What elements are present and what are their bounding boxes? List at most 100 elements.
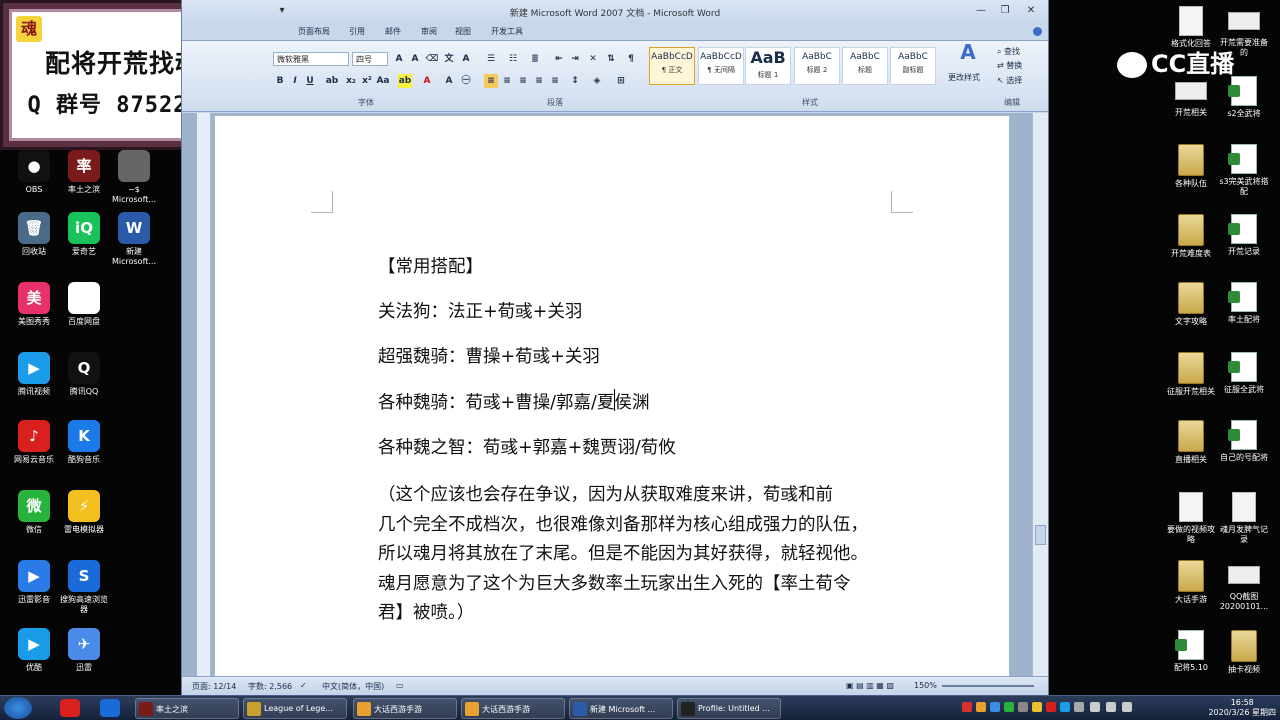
desktop-icon[interactable]: ▶ 优酷 (8, 628, 60, 673)
taskbar-item[interactable]: 大话西游手游 (353, 698, 457, 719)
tray-app-icon[interactable] (1032, 702, 1042, 712)
tab-page-layout[interactable]: 页面布局 (298, 26, 330, 37)
line-spacing-icon[interactable]: ↕ (568, 74, 582, 88)
desktop-icon[interactable]: ▶ 迅雷影音 (8, 560, 60, 605)
insert-mode-icon[interactable]: ▭ (396, 681, 404, 690)
style-tile[interactable]: AaBbCcD ¶ 无间隔 (698, 47, 744, 85)
shading-icon[interactable]: ◈ (590, 74, 604, 88)
help-icon[interactable] (1033, 27, 1042, 36)
underline-icon[interactable]: U (303, 74, 317, 88)
decrease-indent-icon[interactable]: ⇤ (552, 52, 566, 66)
taskbar-item[interactable]: 大话西游手游 (461, 698, 565, 719)
tray-app-icon[interactable] (976, 702, 986, 712)
taskbar-item[interactable]: 新建 Microsoft ... (569, 698, 673, 719)
desktop-icon[interactable]: ♪ 网易云音乐 (8, 420, 60, 465)
font-size-box[interactable]: 四号 (352, 52, 388, 66)
select-button[interactable]: ↖ 选择 (997, 75, 1022, 86)
word-count[interactable]: 字数: 2,566 (248, 681, 292, 692)
flag-icon[interactable] (1122, 702, 1132, 712)
desktop-icon[interactable]: 各种队伍 (1165, 144, 1217, 189)
document-page[interactable]: 【常用搭配】 关法狗：法正+荀彧+关羽 超强魏骑：曹操+荀彧+关羽 各种魏骑：荀… (215, 116, 1009, 676)
char-border-icon[interactable]: A (459, 52, 473, 66)
phonetic-icon[interactable]: 文 (442, 52, 456, 66)
page-count[interactable]: 页面: 12/14 (192, 681, 236, 692)
replace-button[interactable]: ⇄ 替换 (997, 60, 1022, 71)
desktop-icon[interactable]: 抽卡视频 (1218, 630, 1270, 675)
asian-layout-icon[interactable]: ✕ (586, 52, 600, 66)
align-right-icon[interactable]: ≡ (516, 74, 530, 88)
desktop-icon[interactable]: S 搜狗高速浏览器 (58, 560, 110, 615)
tray-app-icon[interactable] (962, 702, 972, 712)
desktop-icon[interactable]: 征服开荒相关 (1165, 352, 1217, 397)
desktop-icon[interactable]: ✈ 迅雷 (58, 628, 110, 673)
align-center-icon[interactable]: ≡ (500, 74, 514, 88)
taskbar-item[interactable]: 率土之滨 (135, 698, 239, 719)
highlight-icon[interactable]: ab (398, 74, 412, 88)
desktop-icon[interactable]: Q 腾讯QQ (58, 352, 110, 397)
zoom-slider[interactable] (942, 685, 1034, 687)
desktop-icon[interactable]: 直播相关 (1165, 420, 1217, 465)
quick-access-more-icon[interactable]: ▾ (273, 4, 291, 18)
find-button[interactable]: ⌕ 查找 (997, 46, 1020, 57)
desktop-icon[interactable]: 开荒相关 (1165, 76, 1217, 118)
borders-icon[interactable]: ⊞ (614, 74, 628, 88)
desktop-icon[interactable]: K 酷狗音乐 (58, 420, 110, 465)
show-marks-icon[interactable]: ¶ (624, 52, 638, 66)
enclose-char-icon[interactable]: ㊀ (459, 74, 473, 88)
desktop-icon[interactable]: ▶ 腾讯视频 (8, 352, 60, 397)
desktop-icon[interactable]: iQ 爱奇艺 (58, 212, 110, 257)
change-case-icon[interactable]: Aa (376, 74, 390, 88)
desktop-icon[interactable]: s2全武将 (1218, 76, 1270, 119)
desktop-icon[interactable]: ~$ Microsoft... (108, 150, 160, 205)
volume-icon[interactable] (1106, 702, 1116, 712)
bullets-icon[interactable]: ☰ (484, 52, 498, 66)
tray-app-icon[interactable] (1018, 702, 1028, 712)
desktop-icon[interactable]: W 新建 Microsoft... (108, 212, 160, 267)
font-name-box[interactable]: 微软雅黑 (273, 52, 349, 66)
desktop-icon[interactable]: 率率土之滨 (58, 150, 110, 195)
tab-developer[interactable]: 开发工具 (491, 26, 523, 37)
close-button[interactable]: ✕ (1022, 4, 1040, 18)
tab-mailings[interactable]: 邮件 (385, 26, 401, 37)
start-button[interactable] (4, 697, 32, 719)
change-styles-icon[interactable]: A (955, 42, 981, 71)
minimize-button[interactable]: — (972, 4, 990, 18)
increase-indent-icon[interactable]: ⇥ (568, 52, 582, 66)
desktop-icon[interactable]: 征服全武将 (1218, 352, 1270, 395)
numbering-icon[interactable]: ☷ (506, 52, 520, 66)
desktop-icon[interactable]: ∞ 百度网盘 (58, 282, 110, 327)
multilevel-list-icon[interactable]: ≣ (528, 52, 542, 66)
sort-icon[interactable]: ⇅ (604, 52, 618, 66)
style-tile[interactable]: AaBbCcD ¶ 正文 (649, 47, 695, 85)
language-status[interactable]: 中文(简体，中国) (322, 681, 384, 692)
style-tile[interactable]: AaBbC 标题 (842, 47, 888, 85)
italic-icon[interactable]: I (288, 74, 302, 88)
tab-view[interactable]: 视图 (455, 26, 471, 37)
change-styles-label[interactable]: 更改样式 (948, 72, 980, 83)
restore-button[interactable]: ❐ (996, 4, 1014, 18)
desktop-icon[interactable]: 开荒记录 (1218, 214, 1270, 257)
desktop-icon[interactable]: 微微信 (8, 490, 60, 535)
tray-app-icon[interactable] (1046, 702, 1056, 712)
justify-icon[interactable]: ≡ (532, 74, 546, 88)
desktop-icon[interactable]: 配将5.10 (1165, 630, 1217, 673)
netease-music-quick-icon[interactable] (60, 699, 80, 717)
tray-clock[interactable]: 16:58 2020/3/26 星期四 (1208, 698, 1276, 718)
desktop-icon[interactable]: 美美图秀秀 (8, 282, 60, 327)
scrollbar-thumb[interactable] (1035, 525, 1046, 545)
bold-icon[interactable]: B (273, 74, 287, 88)
subscript-icon[interactable]: x₂ (344, 74, 358, 88)
desktop-icon[interactable]: 魂月发脾气记录 (1218, 492, 1270, 545)
desktop-icon[interactable]: 大话手游 (1165, 560, 1217, 605)
tray-app-icon[interactable] (990, 702, 1000, 712)
strikethrough-icon[interactable]: ab (325, 74, 339, 88)
zoom-level[interactable]: 150% (914, 681, 937, 690)
tray-app-icon[interactable] (1060, 702, 1070, 712)
desktop-icon[interactable]: QQ截图20200101... (1218, 560, 1270, 612)
style-tile[interactable]: AaBbC 副标题 (890, 47, 936, 85)
shrink-font-icon[interactable]: A (408, 52, 422, 66)
desktop-icon[interactable]: 要做的视频攻略 (1165, 492, 1217, 545)
tray-app-icon[interactable] (1004, 702, 1014, 712)
vertical-scrollbar[interactable] (1032, 113, 1048, 676)
tab-references[interactable]: 引用 (349, 26, 365, 37)
